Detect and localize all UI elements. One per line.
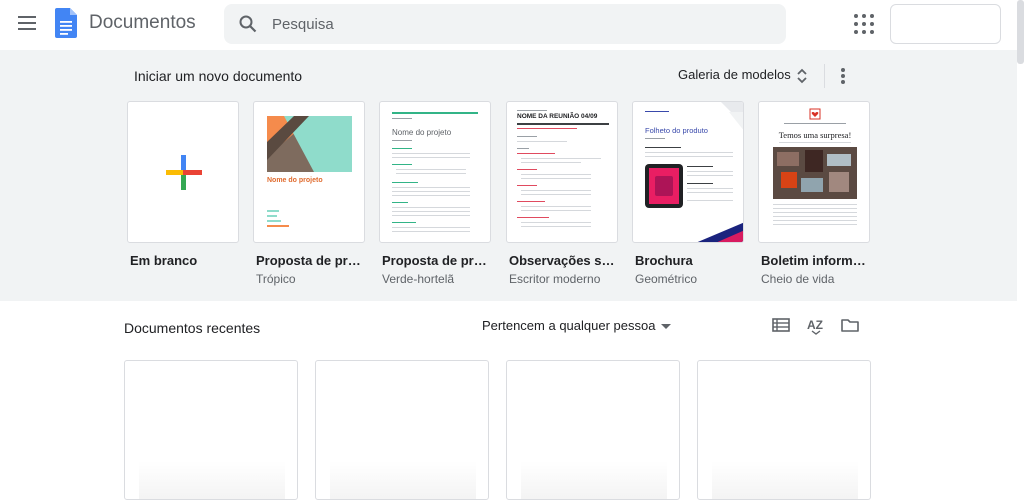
plus-icon <box>166 155 202 190</box>
template-name: Brochura <box>635 253 693 268</box>
template-gallery: Iniciar um novo documento Galeria de mod… <box>0 50 1017 301</box>
gallery-title: Iniciar um novo documento <box>134 68 303 84</box>
template-thumbnail[interactable]: Nome do projeto <box>379 101 491 243</box>
more-options-icon[interactable] <box>836 64 850 88</box>
owner-filter-dropdown[interactable]: Pertencem a qualquer pessoa <box>482 318 672 333</box>
list-view-icon[interactable] <box>771 315 791 335</box>
scrollbar-thumb[interactable] <box>1017 0 1024 64</box>
template-subtitle: Trópico <box>256 272 296 286</box>
thumb-title: NOME DA REUNIÃO 04/09 <box>517 113 598 120</box>
template-thumbnail[interactable] <box>127 101 239 243</box>
docs-logo-icon[interactable] <box>55 8 77 38</box>
owner-filter-label: Pertencem a qualquer pessoa <box>482 318 656 333</box>
doc-preview <box>139 461 285 499</box>
template-brochure-geometric[interactable]: Folheto do produto Brochura Geométrico <box>632 101 744 286</box>
recent-document-card[interactable] <box>697 360 871 500</box>
template-meeting-notes-modern[interactable]: NOME DA REUNIÃO 04/09 Observações sob...… <box>506 101 619 286</box>
template-subtitle: Verde-hortelã <box>382 272 455 286</box>
search-icon[interactable] <box>238 14 258 34</box>
google-apps-icon[interactable] <box>852 12 876 36</box>
template-gallery-button[interactable]: Galeria de modelos <box>678 67 791 82</box>
svg-text:AZ: AZ <box>807 318 823 332</box>
template-name: Boletim informati... <box>761 253 871 268</box>
thumb-title: Temos uma surpresa! <box>778 130 852 140</box>
recent-document-card[interactable] <box>124 360 298 500</box>
dropdown-caret-icon <box>661 324 672 330</box>
template-thumbnail[interactable]: NOME DA REUNIÃO 04/09 <box>506 101 618 243</box>
doc-preview <box>521 461 667 499</box>
search-bar[interactable] <box>224 4 786 44</box>
top-bar: Documentos <box>0 0 1024 48</box>
template-subtitle: Geométrico <box>635 272 698 286</box>
template-project-proposal-mint[interactable]: Nome do projeto Proposta de proj... Verd… <box>379 101 492 286</box>
thumb-title: Nome do projeto <box>267 177 323 184</box>
template-subtitle: Cheio de vida <box>761 272 835 286</box>
template-name: Proposta de proj... <box>382 253 492 268</box>
account-area[interactable] <box>890 4 1001 44</box>
template-thumbnail[interactable]: Temos uma surpresa! <box>758 101 870 243</box>
template-newsletter-lively[interactable]: Temos uma surpresa! Boletim informati...… <box>758 101 871 286</box>
template-name: Observações sob... <box>509 253 619 268</box>
recent-documents-title: Documentos recentes <box>124 320 261 336</box>
template-blank[interactable]: Em branco <box>127 101 239 268</box>
brochure-geometric-art <box>645 102 743 242</box>
folder-icon[interactable] <box>840 315 860 335</box>
template-name: Proposta de proj... <box>256 253 366 268</box>
thumb-title: Folheto do produto <box>645 126 708 135</box>
template-project-proposal-tropico[interactable]: Nome do projeto Proposta de proj... Tróp… <box>253 101 366 286</box>
template-subtitle: Escritor moderno <box>509 272 601 286</box>
recent-document-card[interactable] <box>506 360 680 500</box>
expand-collapse-icon[interactable] <box>795 66 809 86</box>
sort-az-icon[interactable]: AZ <box>806 315 826 335</box>
template-thumbnail[interactable]: Nome do projeto <box>253 101 365 243</box>
main-menu-icon[interactable] <box>12 8 42 38</box>
recent-document-card[interactable] <box>315 360 489 500</box>
doc-preview <box>330 461 476 499</box>
doc-preview <box>712 461 858 499</box>
divider <box>824 64 825 88</box>
app-title[interactable]: Documentos <box>89 12 196 34</box>
thumb-title: Nome do projeto <box>392 128 452 137</box>
template-name: Em branco <box>130 253 198 268</box>
template-thumbnail[interactable]: Folheto do produto <box>632 101 744 243</box>
search-input[interactable] <box>272 12 762 36</box>
